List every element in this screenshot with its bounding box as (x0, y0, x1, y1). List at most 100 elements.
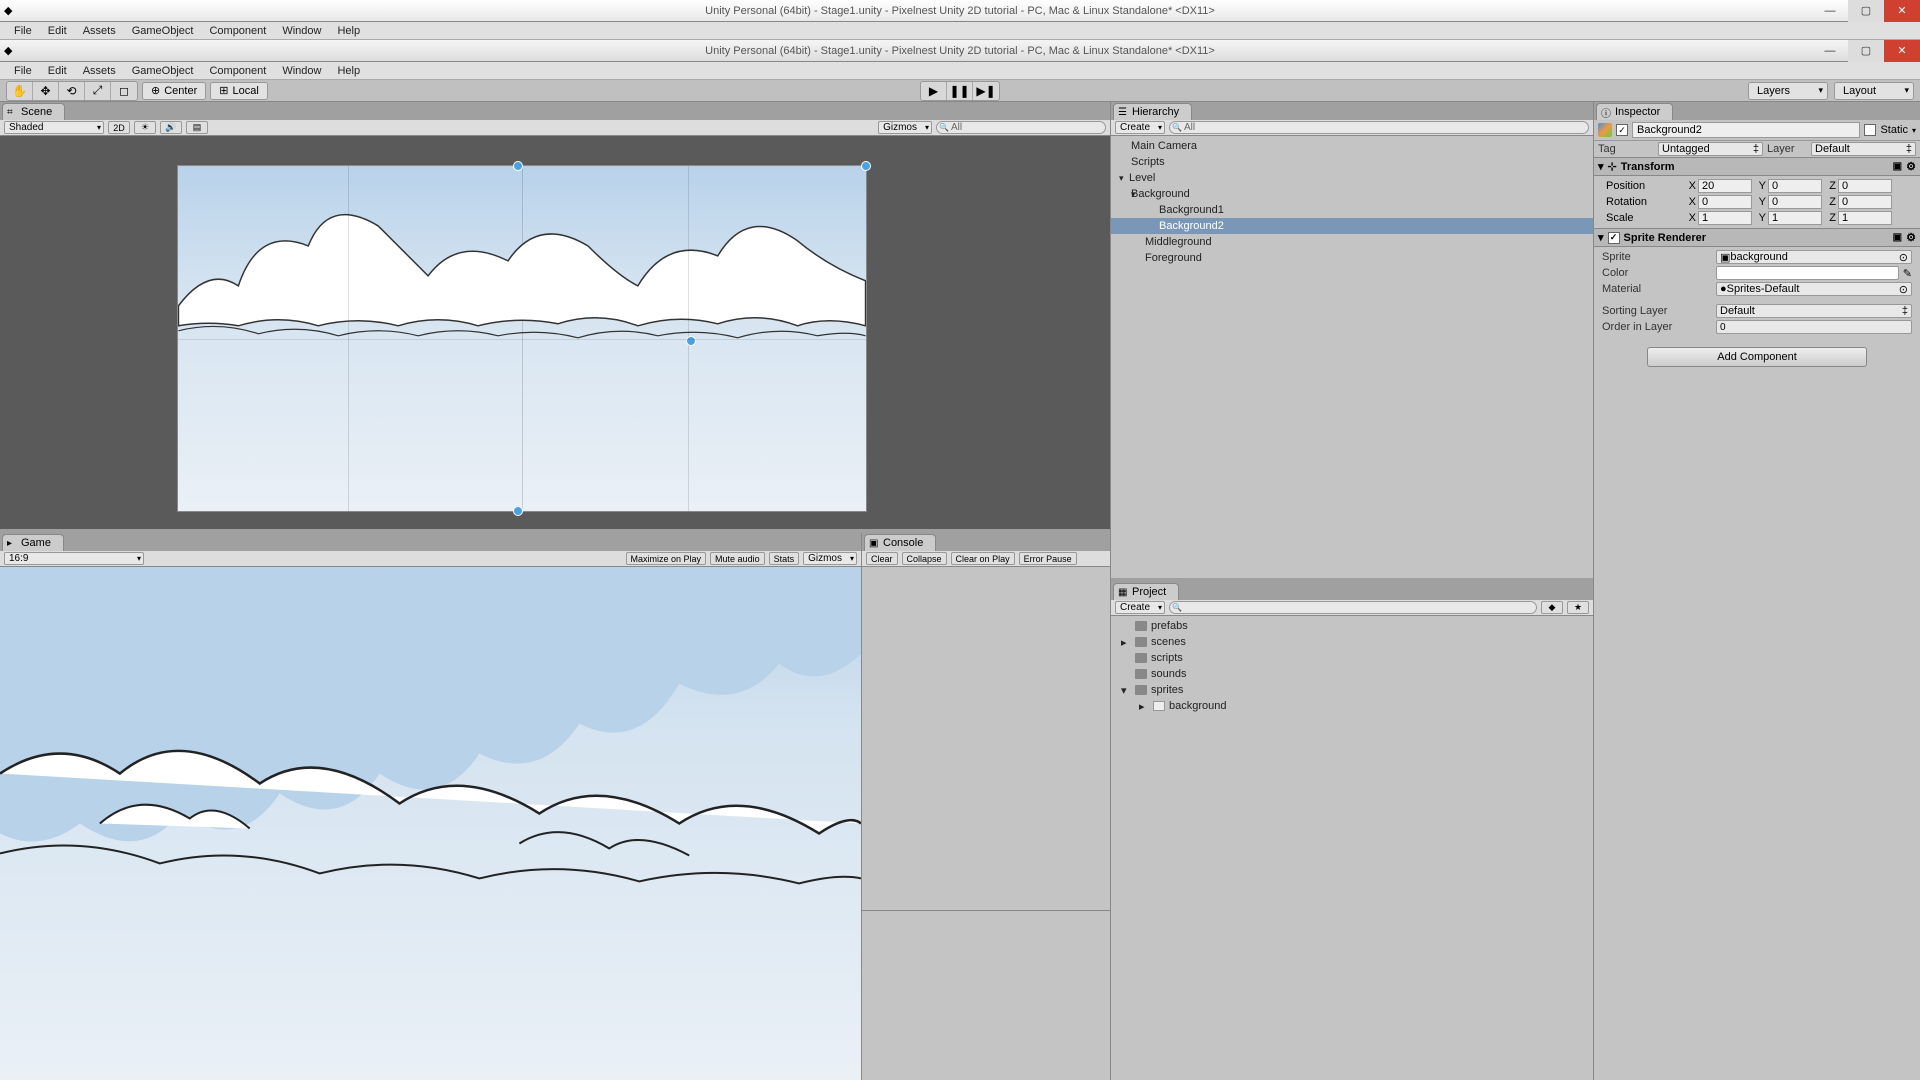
minimize-button[interactable]: — (1812, 0, 1848, 22)
component-help-icon[interactable]: ▣ (1893, 232, 1902, 243)
hierarchy-create[interactable]: Create (1115, 121, 1165, 134)
console-body[interactable] (862, 567, 1110, 910)
layer-dropdown[interactable]: Default‡ (1811, 142, 1916, 156)
menu-assets[interactable]: Assets (75, 22, 124, 39)
game-view[interactable] (0, 567, 861, 1080)
inspector-tab[interactable]: ⓘInspector (1596, 103, 1673, 120)
sorting-layer-field[interactable]: Default‡ (1716, 304, 1912, 318)
local-toggle[interactable]: ⊞Local (210, 82, 268, 100)
project-search[interactable] (1169, 601, 1537, 614)
menu-file[interactable]: File (6, 22, 40, 39)
pause-button[interactable]: ❚❚ (947, 82, 973, 100)
menu-help[interactable]: Help (329, 22, 368, 39)
rotate-tool[interactable]: ⟲ (59, 82, 85, 100)
hierarchy-item[interactable]: Background1 (1111, 202, 1593, 218)
step-button[interactable]: ▶❚ (973, 82, 999, 100)
inner-maximize-button[interactable]: ▢ (1848, 40, 1884, 62)
material-field[interactable]: ● Sprites-Default⊙ (1716, 282, 1912, 296)
scale-z[interactable]: 1 (1838, 211, 1892, 225)
sprite-renderer-header[interactable]: ▾✓Sprite Renderer ▣ ⚙ (1594, 228, 1920, 247)
move-tool[interactable]: ✥ (33, 82, 59, 100)
hierarchy-item[interactable]: ▾Level (1111, 170, 1593, 186)
console-error-pause[interactable]: Error Pause (1019, 552, 1077, 565)
hierarchy-search[interactable]: All (1169, 121, 1589, 134)
selection-handle-bottom[interactable] (513, 506, 523, 516)
hierarchy-item[interactable]: ▾Background (1111, 186, 1593, 202)
console-tab[interactable]: ▣Console (864, 534, 936, 551)
hierarchy-item[interactable]: Scripts (1111, 154, 1593, 170)
component-help-icon[interactable]: ▣ (1893, 161, 1902, 172)
project-item[interactable]: prefabs (1111, 618, 1593, 634)
menu-file[interactable]: File (6, 62, 40, 79)
selection-handle-top[interactable] (513, 161, 523, 171)
selection-handle-tr[interactable] (861, 161, 871, 171)
component-menu-icon[interactable]: ⚙ (1906, 231, 1916, 244)
console-clear[interactable]: Clear (866, 552, 898, 565)
position-y[interactable]: 0 (1768, 179, 1822, 193)
color-field[interactable] (1716, 266, 1899, 280)
transform-component-header[interactable]: ▾⊹Transform ▣ ⚙ (1594, 157, 1920, 176)
menu-assets[interactable]: Assets (75, 62, 124, 79)
position-x[interactable]: 20 (1698, 179, 1752, 193)
menu-gameobject[interactable]: GameObject (124, 62, 202, 79)
sprite-field[interactable]: ▣ background⊙ (1716, 250, 1912, 264)
scene-canvas[interactable] (178, 166, 866, 511)
hierarchy-tree[interactable]: Main Camera Scripts ▾Level ▾Background B… (1111, 136, 1593, 578)
project-tab[interactable]: ▦Project (1113, 583, 1179, 600)
gizmos-dropdown[interactable]: Gizmos (878, 121, 932, 134)
maximize-button[interactable]: ▢ (1848, 0, 1884, 22)
selection-pivot[interactable] (686, 336, 696, 346)
close-button[interactable]: ✕ (1884, 0, 1920, 22)
game-tab[interactable]: ▸Game (2, 534, 64, 551)
sprite-renderer-enabled[interactable]: ✓ (1608, 232, 1620, 244)
project-item[interactable]: sounds (1111, 666, 1593, 682)
rect-tool[interactable]: ◻ (111, 82, 137, 100)
hierarchy-tab[interactable]: ☰Hierarchy (1113, 103, 1192, 120)
layers-dropdown[interactable]: Layers (1748, 82, 1828, 100)
rotation-y[interactable]: 0 (1768, 195, 1822, 209)
menu-component[interactable]: Component (201, 62, 274, 79)
active-checkbox[interactable]: ✓ (1616, 124, 1628, 136)
inner-close-button[interactable]: ✕ (1884, 40, 1920, 62)
position-z[interactable]: 0 (1838, 179, 1892, 193)
tag-dropdown[interactable]: Untagged‡ (1658, 142, 1763, 156)
layout-dropdown[interactable]: Layout (1834, 82, 1914, 100)
menu-window[interactable]: Window (274, 62, 329, 79)
game-gizmos[interactable]: Gizmos (803, 552, 857, 565)
menu-window[interactable]: Window (274, 22, 329, 39)
maximize-on-play[interactable]: Maximize on Play (626, 552, 707, 565)
scene-search[interactable]: All (936, 121, 1106, 134)
fx-toggle[interactable]: ▤ (186, 121, 208, 134)
menu-edit[interactable]: Edit (40, 62, 75, 79)
project-item[interactable]: scripts (1111, 650, 1593, 666)
hierarchy-item[interactable]: Main Camera (1111, 138, 1593, 154)
scene-view[interactable] (0, 136, 1110, 529)
scale-x[interactable]: 1 (1698, 211, 1752, 225)
project-create[interactable]: Create (1115, 601, 1165, 614)
component-menu-icon[interactable]: ⚙ (1906, 160, 1916, 173)
stats-toggle[interactable]: Stats (769, 552, 800, 565)
mute-audio[interactable]: Mute audio (710, 552, 765, 565)
add-component-button[interactable]: Add Component (1647, 347, 1867, 367)
rotation-x[interactable]: 0 (1698, 195, 1752, 209)
pivot-toggle[interactable]: ⊕Center (142, 82, 206, 100)
menu-help[interactable]: Help (329, 62, 368, 79)
project-item[interactable]: ▸scenes (1111, 634, 1593, 650)
rotation-z[interactable]: 0 (1838, 195, 1892, 209)
shading-dropdown[interactable]: Shaded (4, 121, 104, 134)
menu-edit[interactable]: Edit (40, 22, 75, 39)
static-checkbox[interactable] (1864, 124, 1876, 136)
hierarchy-item[interactable]: Foreground (1111, 250, 1593, 266)
audio-toggle[interactable]: 🔊 (160, 121, 182, 134)
scale-y[interactable]: 1 (1768, 211, 1822, 225)
project-item[interactable]: ▾sprites (1111, 682, 1593, 698)
lighting-toggle[interactable]: ☀ (134, 121, 156, 134)
eyedropper-icon[interactable]: ✎ (1903, 267, 1912, 280)
project-filter-1[interactable]: ◆ (1541, 601, 1563, 614)
play-button[interactable]: ▶ (921, 82, 947, 100)
aspect-dropdown[interactable]: 16:9 (4, 552, 144, 565)
hierarchy-item[interactable]: Middleground (1111, 234, 1593, 250)
2d-toggle[interactable]: 2D (108, 121, 130, 134)
scale-tool[interactable]: ⤢ (85, 82, 111, 100)
console-clear-on-play[interactable]: Clear on Play (951, 552, 1015, 565)
